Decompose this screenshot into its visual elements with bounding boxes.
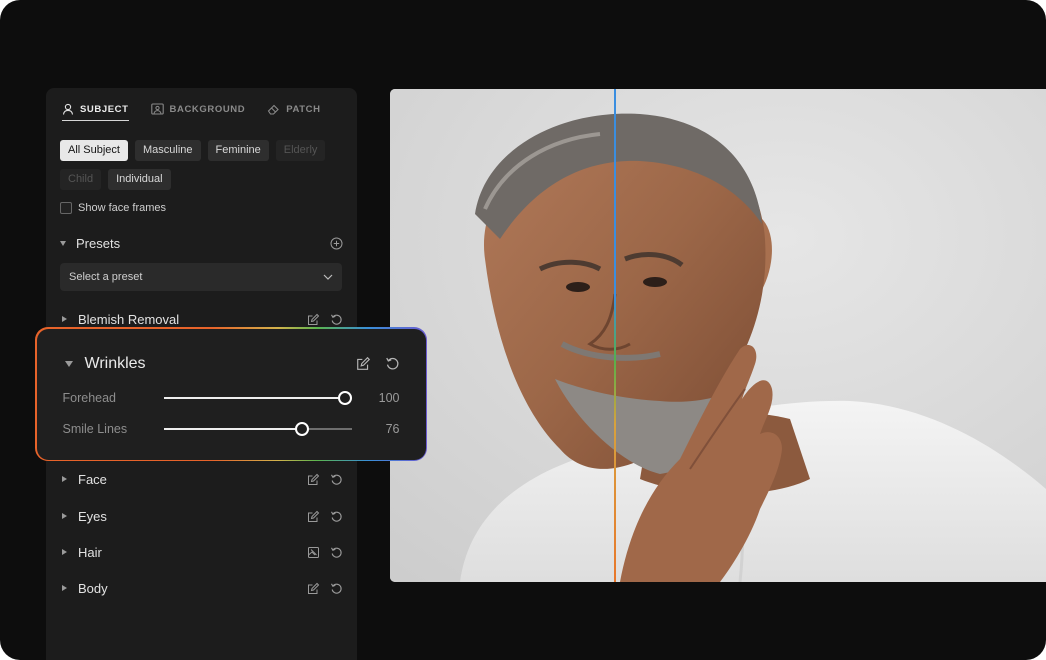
subject-filter-chips: All Subject Masculine Feminine Elderly C… xyxy=(60,140,350,190)
forehead-label: Forehead xyxy=(62,390,117,405)
presets-section-header[interactable]: Presets xyxy=(60,232,343,254)
forehead-value: 100 xyxy=(378,390,400,405)
portrait-photo xyxy=(390,89,1046,582)
wrinkles-panel-body: Wrinkles Forehead 100 Smile Lines 76 xyxy=(36,328,426,460)
chip-individual[interactable]: Individual xyxy=(108,169,171,190)
section-face-label: Face xyxy=(78,471,107,487)
forehead-slider-fill xyxy=(163,396,345,399)
image-frame-icon xyxy=(150,103,164,115)
forehead-slider[interactable] xyxy=(163,390,352,405)
caret-down-icon xyxy=(60,240,66,246)
reset-icon[interactable] xyxy=(330,473,343,486)
before-after-split-line[interactable] xyxy=(614,89,616,582)
wrinkles-title: Wrinkles xyxy=(84,354,146,372)
edit-icon[interactable] xyxy=(307,582,320,595)
reset-icon[interactable] xyxy=(330,546,343,559)
edit-icon[interactable] xyxy=(307,473,320,486)
section-hair-label: Hair xyxy=(78,544,102,560)
tab-subject-label: SUBJECT xyxy=(80,103,129,115)
tab-subject[interactable]: SUBJECT xyxy=(62,98,129,121)
edit-icon[interactable] xyxy=(356,356,371,371)
wrinkles-panel: Wrinkles Forehead 100 Smile Lines 76 xyxy=(35,327,427,461)
eraser-icon xyxy=(268,104,279,115)
smile-lines-slider-fill xyxy=(163,427,302,430)
edit-icon[interactable] xyxy=(307,313,320,326)
show-face-frames-checkbox[interactable] xyxy=(60,202,72,214)
tab-bar: SUBJECT BACKGROUND PATCH xyxy=(62,98,321,122)
section-body[interactable]: Body xyxy=(60,577,343,599)
tab-background-label: BACKGROUND xyxy=(169,103,246,115)
tab-background[interactable]: BACKGROUND xyxy=(150,98,246,120)
section-eyes[interactable]: Eyes xyxy=(60,505,343,527)
caret-down-icon xyxy=(64,360,73,367)
smile-lines-label: Smile Lines xyxy=(62,421,128,436)
chip-all-subject[interactable]: All Subject xyxy=(60,140,128,161)
preset-select[interactable]: Select a preset xyxy=(60,263,342,291)
chip-elderly[interactable]: Elderly xyxy=(275,140,326,161)
smile-lines-slider[interactable] xyxy=(163,421,352,436)
reset-icon[interactable] xyxy=(330,582,343,595)
image-edit-icon[interactable] xyxy=(307,546,320,559)
caret-right-icon xyxy=(62,549,67,555)
reset-icon[interactable] xyxy=(385,356,400,371)
app-window: SUBJECT BACKGROUND PATCH All Subject Mas… xyxy=(0,0,1046,660)
section-blemish-label: Blemish Removal xyxy=(78,311,180,327)
caret-right-icon xyxy=(62,476,67,482)
photo-canvas[interactable] xyxy=(390,89,1046,582)
caret-right-icon xyxy=(62,585,67,591)
tab-patch-label: PATCH xyxy=(286,103,321,115)
section-face[interactable]: Face xyxy=(60,468,343,490)
smile-lines-value: 76 xyxy=(385,421,400,436)
chip-feminine[interactable]: Feminine xyxy=(207,140,269,161)
reset-icon[interactable] xyxy=(330,313,343,326)
preset-select-value: Select a preset xyxy=(69,271,143,283)
chip-child[interactable]: Child xyxy=(60,169,102,190)
smile-lines-slider-handle[interactable] xyxy=(294,421,309,436)
tab-patch[interactable]: PATCH xyxy=(267,98,320,120)
caret-right-icon xyxy=(62,316,67,322)
chevron-down-icon xyxy=(323,274,333,280)
show-face-frames-label: Show face frames xyxy=(78,202,167,214)
edit-icon[interactable] xyxy=(307,510,320,523)
show-face-frames-option[interactable]: Show face frames xyxy=(60,202,166,214)
chip-masculine[interactable]: Masculine xyxy=(134,140,201,161)
section-hair[interactable]: Hair xyxy=(60,541,343,563)
forehead-slider-handle[interactable] xyxy=(337,390,352,405)
presets-label: Presets xyxy=(76,235,121,251)
forehead-slider-row: Forehead 100 xyxy=(63,389,400,407)
wrinkles-header[interactable]: Wrinkles xyxy=(64,354,400,373)
add-circle-icon[interactable] xyxy=(330,237,343,250)
smile-lines-slider-row: Smile Lines 76 xyxy=(63,420,400,438)
section-body-label: Body xyxy=(78,580,108,596)
section-eyes-label: Eyes xyxy=(78,508,107,524)
reset-icon[interactable] xyxy=(330,510,343,523)
caret-right-icon xyxy=(62,513,67,519)
person-icon xyxy=(62,103,74,115)
